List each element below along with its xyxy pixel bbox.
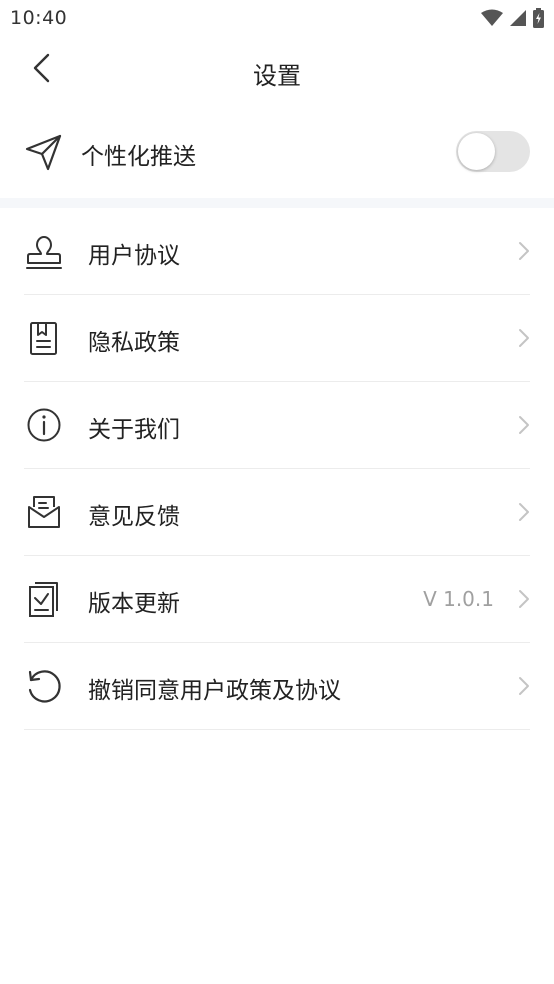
document-icon (24, 318, 64, 358)
feedback-mail-icon (24, 492, 64, 532)
chevron-right-icon (518, 328, 530, 348)
battery-icon (533, 8, 544, 28)
page-title: 设置 (253, 62, 301, 90)
user-stamp-icon (24, 231, 64, 271)
menu-item-label: 隐私政策 (88, 330, 180, 356)
chevron-right-icon (518, 589, 530, 609)
section-divider (0, 198, 554, 208)
send-icon (24, 133, 64, 173)
settings-menu: 用户协议 隐私政策 关于我们 意见反馈 版本更新 V 1.0.1 撤销同意用户政… (0, 208, 554, 730)
status-icons (481, 8, 544, 28)
version-number: V 1.0.1 (423, 587, 494, 611)
menu-item-about-us[interactable]: 关于我们 (24, 382, 530, 469)
menu-item-label: 关于我们 (88, 417, 180, 443)
chevron-right-icon (518, 415, 530, 435)
toggle-knob (458, 133, 495, 170)
menu-item-feedback[interactable]: 意见反馈 (24, 469, 530, 556)
personalized-push-row: 个性化推送 (0, 106, 554, 198)
menu-item-label: 用户协议 (88, 243, 180, 269)
menu-item-label: 撤销同意用户政策及协议 (88, 678, 341, 704)
chevron-right-icon (518, 502, 530, 522)
status-time: 10:40 (10, 7, 68, 29)
menu-item-label: 版本更新 (88, 591, 180, 617)
menu-item-user-agreement[interactable]: 用户协议 (24, 208, 530, 295)
revoke-icon (24, 666, 64, 706)
info-icon (24, 405, 64, 445)
menu-item-version-update[interactable]: 版本更新 V 1.0.1 (24, 556, 530, 643)
menu-item-revoke-consent[interactable]: 撤销同意用户政策及协议 (24, 643, 530, 730)
version-update-icon (24, 579, 64, 619)
status-bar: 10:40 (0, 0, 554, 38)
wifi-icon (481, 9, 503, 27)
personalized-push-toggle[interactable] (456, 131, 530, 172)
chevron-right-icon (518, 241, 530, 261)
header: 设置 (0, 38, 554, 106)
personalized-push-label: 个性化推送 (81, 144, 196, 170)
menu-item-privacy-policy[interactable]: 隐私政策 (24, 295, 530, 382)
chevron-right-icon (518, 676, 530, 696)
menu-item-label: 意见反馈 (88, 504, 180, 530)
signal-icon (509, 9, 527, 27)
